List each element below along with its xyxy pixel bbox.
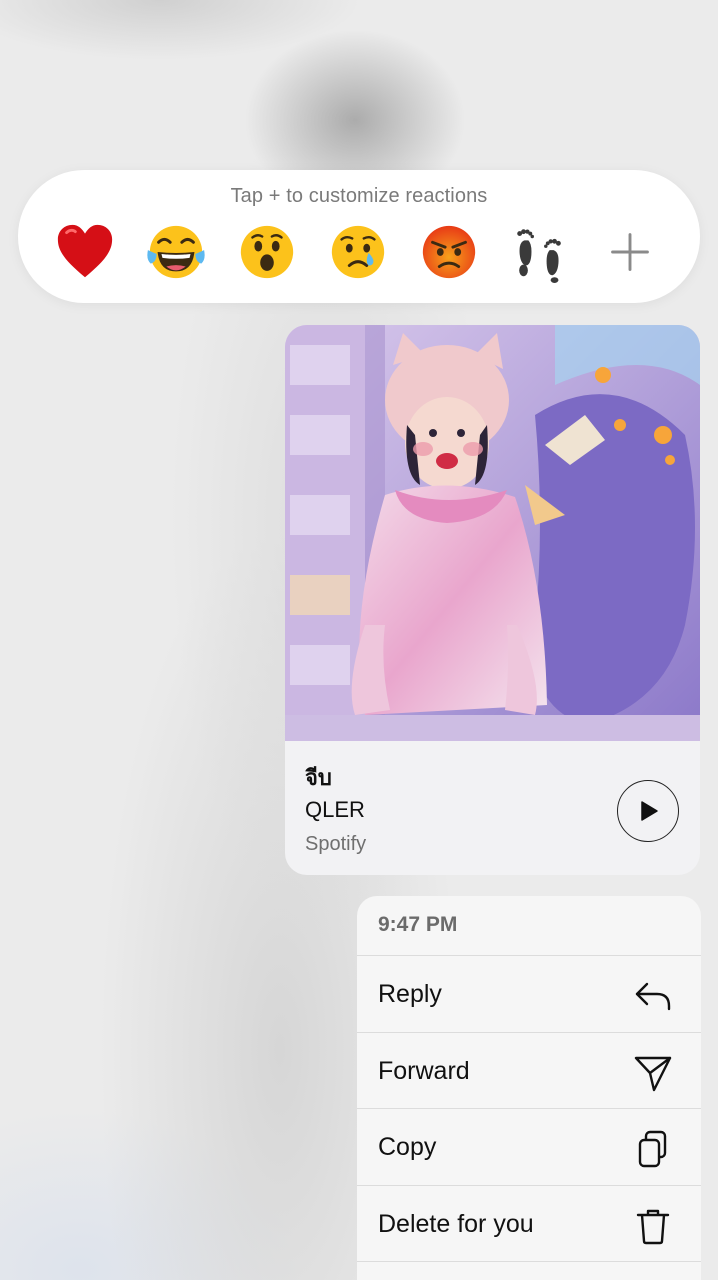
play-icon — [641, 801, 658, 821]
menu-item-copy[interactable]: Copy — [357, 1109, 701, 1186]
reaction-picker: Tap + to customize reactions — [18, 170, 700, 303]
send-icon — [633, 1053, 673, 1093]
trash-icon — [633, 1206, 673, 1246]
tears-of-joy-icon — [147, 225, 205, 279]
plus-icon — [611, 233, 649, 271]
reaction-hint-text: Tap + to customize reactions — [230, 185, 488, 207]
music-share-card[interactable]: จีบ QLER Spotify — [285, 325, 700, 875]
menu-item-forward[interactable]: Forward — [357, 1033, 701, 1109]
menu-item-label: Forward — [378, 1056, 470, 1085]
angry-face-icon — [422, 225, 476, 279]
message-context-menu: 9:47 PM Reply Forward Copy Delete for yo… — [357, 896, 701, 1280]
menu-item-label: Copy — [378, 1133, 437, 1161]
track-title: จีบ — [305, 766, 332, 791]
menu-item-delete[interactable]: Delete for you — [357, 1186, 701, 1262]
menu-item-reply[interactable]: Reply — [357, 956, 701, 1033]
crying-face-icon — [331, 225, 385, 279]
reaction-more-button[interactable] — [598, 220, 662, 284]
album-art — [285, 325, 700, 741]
red-heart-icon — [57, 224, 113, 278]
message-timestamp: 9:47 PM — [357, 896, 701, 956]
reaction-angry-button[interactable] — [417, 220, 481, 284]
reaction-heart-button[interactable] — [53, 220, 117, 284]
play-button[interactable] — [617, 780, 679, 842]
reaction-footprints-button[interactable] — [508, 220, 572, 284]
menu-item-label: Delete for you — [378, 1209, 534, 1238]
track-artist: QLER — [305, 797, 365, 822]
reaction-sad-button[interactable] — [326, 220, 390, 284]
track-source: Spotify — [305, 833, 367, 855]
footprints-icon — [517, 229, 561, 283]
reaction-wow-button[interactable] — [235, 220, 299, 284]
reaction-laugh-button[interactable] — [144, 220, 208, 284]
copy-icon — [633, 1129, 673, 1169]
menu-item-label: Reply — [378, 980, 442, 1008]
reply-arrow-icon — [633, 976, 673, 1016]
surprised-face-icon — [240, 225, 294, 279]
